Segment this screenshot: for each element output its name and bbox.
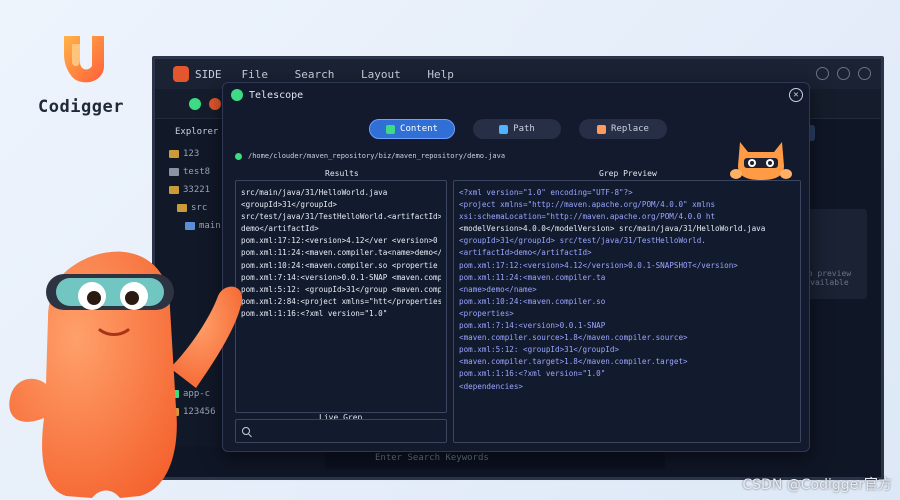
result-item[interactable]: pom.xml:7:14:<version>0.0.1-SNAP <maven.… [241, 272, 441, 284]
tab-replace[interactable]: Replace [579, 119, 667, 139]
preview-line: xsi:schemaLocation="http://maven.apache.… [459, 212, 716, 222]
folder-icon [177, 204, 187, 212]
refresh-icon[interactable] [189, 98, 201, 110]
preview-line: pom.xml:5:12: <groupId>31</groupId> [459, 345, 620, 355]
grep-preview-label: Grep Preview [599, 169, 657, 178]
preview-line: pom.xml:11:24:<maven.compiler.ta [459, 272, 606, 282]
preview-line: <dependencies> [459, 381, 524, 391]
result-item[interactable]: pom.xml:5:12: <groupId>31</group <maven.… [241, 284, 441, 296]
search-placeholder: Enter Search Keywords [375, 453, 489, 463]
folder-icon [169, 186, 179, 194]
telescope-title: Telescope [249, 89, 304, 101]
side-logo-icon [173, 66, 189, 82]
result-item[interactable]: src/test/java/31/TestHelloWorld.<artifac… [241, 211, 441, 223]
preview-line: <properties> [459, 308, 514, 318]
preview-line: <project xmlns="http://maven.apache.org/… [459, 200, 716, 210]
preview-line: <artifactId>demo</artifactId> [459, 248, 592, 258]
mascot-character-icon [9, 251, 243, 498]
menu-help[interactable]: Help [427, 68, 454, 81]
file-icon [169, 168, 179, 176]
tab-content[interactable]: Content [369, 119, 455, 139]
folder-icon [169, 150, 179, 158]
result-item[interactable]: src/main/java/31/HelloWorld.java [241, 187, 441, 199]
result-item[interactable]: pom.xml:1:16:<?xml version="1.0" [241, 308, 441, 320]
telescope-dialog: Telescope ✕ Content Path Replace /home/c… [222, 82, 810, 452]
results-label: Results [325, 169, 359, 178]
preview-line: <maven.compiler.target>1.8</maven.compil… [459, 357, 688, 367]
preview-line: <maven.compiler.source>1.8</maven.compil… [459, 333, 688, 343]
path-icon [499, 124, 509, 134]
grep-preview: <?xml version="1.0" encoding="UTF-8"?> <… [453, 180, 801, 443]
brand-logo: Codigger [26, 26, 136, 117]
file-path: /home/clouder/maven_repository/biz/maven… [235, 152, 505, 160]
preview-line: pom.xml:1:16:<?xml version="1.0" [459, 369, 606, 379]
preview-line: <modelVersion>4.0.0</modelVersion> src/m… [459, 224, 766, 234]
preview-line: pom.xml:7:14:<version>0.0.1-SNAP [459, 321, 606, 331]
result-item[interactable]: pom.xml:11:24:<maven.compiler.ta<name>de… [241, 247, 441, 259]
folder-icon [185, 222, 195, 230]
ide-title: SIDE [195, 67, 222, 81]
watermark-text: CSDN @Codigger官方 [742, 477, 892, 493]
codigger-logo-icon [64, 36, 104, 83]
preview-line: <groupId>31</groupId> src/test/java/31/T… [459, 236, 706, 246]
telescope-tabs: Content Path Replace [369, 119, 667, 139]
close-icon[interactable]: ✕ [789, 88, 803, 102]
ide-menu: File Search Layout Help [222, 68, 454, 81]
preview-line: pom.xml:17:12:<version>4.12</version>0.0… [459, 260, 738, 270]
path-indicator-icon [235, 152, 242, 160]
telescope-header: Telescope [223, 83, 809, 107]
menu-search[interactable]: Search [295, 68, 335, 81]
result-item[interactable]: demo</artifactId> [241, 223, 441, 235]
live-grep-input[interactable] [235, 419, 447, 443]
window-controls [816, 67, 871, 80]
content-icon [386, 124, 396, 134]
telescope-icon [231, 89, 243, 101]
preview-line: pom.xml:10:24:<maven.compiler.so [459, 296, 606, 306]
result-item[interactable]: pom.xml:17:12:<version>4.12</ver <versio… [241, 235, 441, 247]
menu-file[interactable]: File [242, 68, 269, 81]
result-item[interactable]: pom.xml:10:24:<maven.compiler.so <proper… [241, 260, 441, 272]
result-item[interactable]: pom.xml:2:84:<project xmlns="htt</proper… [241, 296, 441, 308]
minimize-icon[interactable] [816, 67, 829, 80]
menu-layout[interactable]: Layout [361, 68, 401, 81]
cat-mascot-icon [730, 142, 792, 180]
result-item[interactable]: <groupId>31</groupId> [241, 199, 441, 211]
maximize-icon[interactable] [837, 67, 850, 80]
close-window-icon[interactable] [858, 67, 871, 80]
preview-line: <?xml version="1.0" encoding="UTF-8"?> [459, 188, 633, 197]
tab-path[interactable]: Path [473, 119, 561, 139]
stop-icon[interactable] [209, 98, 221, 110]
results-list: src/main/java/31/HelloWorld.java <groupI… [235, 180, 447, 413]
replace-icon [597, 124, 607, 134]
preview-line: <name>demo</name> [459, 284, 537, 294]
brand-name: Codigger [38, 97, 124, 117]
